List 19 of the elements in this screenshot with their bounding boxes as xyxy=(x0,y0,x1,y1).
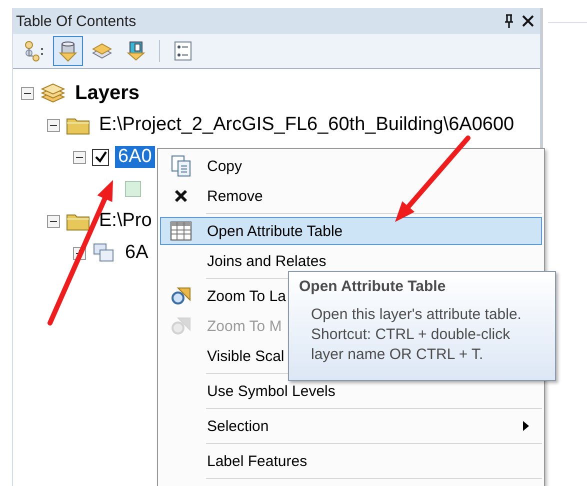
menu-item[interactable]: Zoom To La xyxy=(207,288,286,304)
tooltip-text: Open this layer's attribute table. xyxy=(311,305,522,325)
panel-title: Table Of Contents xyxy=(16,12,138,30)
group-label[interactable]: Layers xyxy=(72,82,142,104)
menu-item[interactable]: Remove xyxy=(207,188,263,204)
tooltip-text: layer name OR CTRL + T. xyxy=(311,345,484,365)
menu-item[interactable]: Visible Scal xyxy=(207,348,284,364)
tooltip-title: Open Attribute Table xyxy=(299,278,447,295)
menu-item[interactable]: Selection xyxy=(207,418,269,434)
layer-label[interactable]: 6A xyxy=(122,242,152,264)
menu-item[interactable]: Use Symbol Levels xyxy=(207,382,336,400)
menu-item[interactable]: Open Attribute Table xyxy=(207,222,343,240)
layer-label[interactable]: 6A0 xyxy=(115,146,155,168)
folder-label[interactable]: E:\Pro xyxy=(96,210,155,232)
menu-item[interactable]: Label Features xyxy=(207,452,308,470)
folder-label[interactable]: E:\Project_2_ArcGIS_FL6_60th_Building\6A0600 xyxy=(96,114,518,136)
tooltip-text: Shortcut: CTRL + double-click xyxy=(311,325,512,345)
menu-item[interactable]: Joins and Relates xyxy=(207,252,326,270)
menu-item[interactable]: Copy xyxy=(207,158,242,174)
